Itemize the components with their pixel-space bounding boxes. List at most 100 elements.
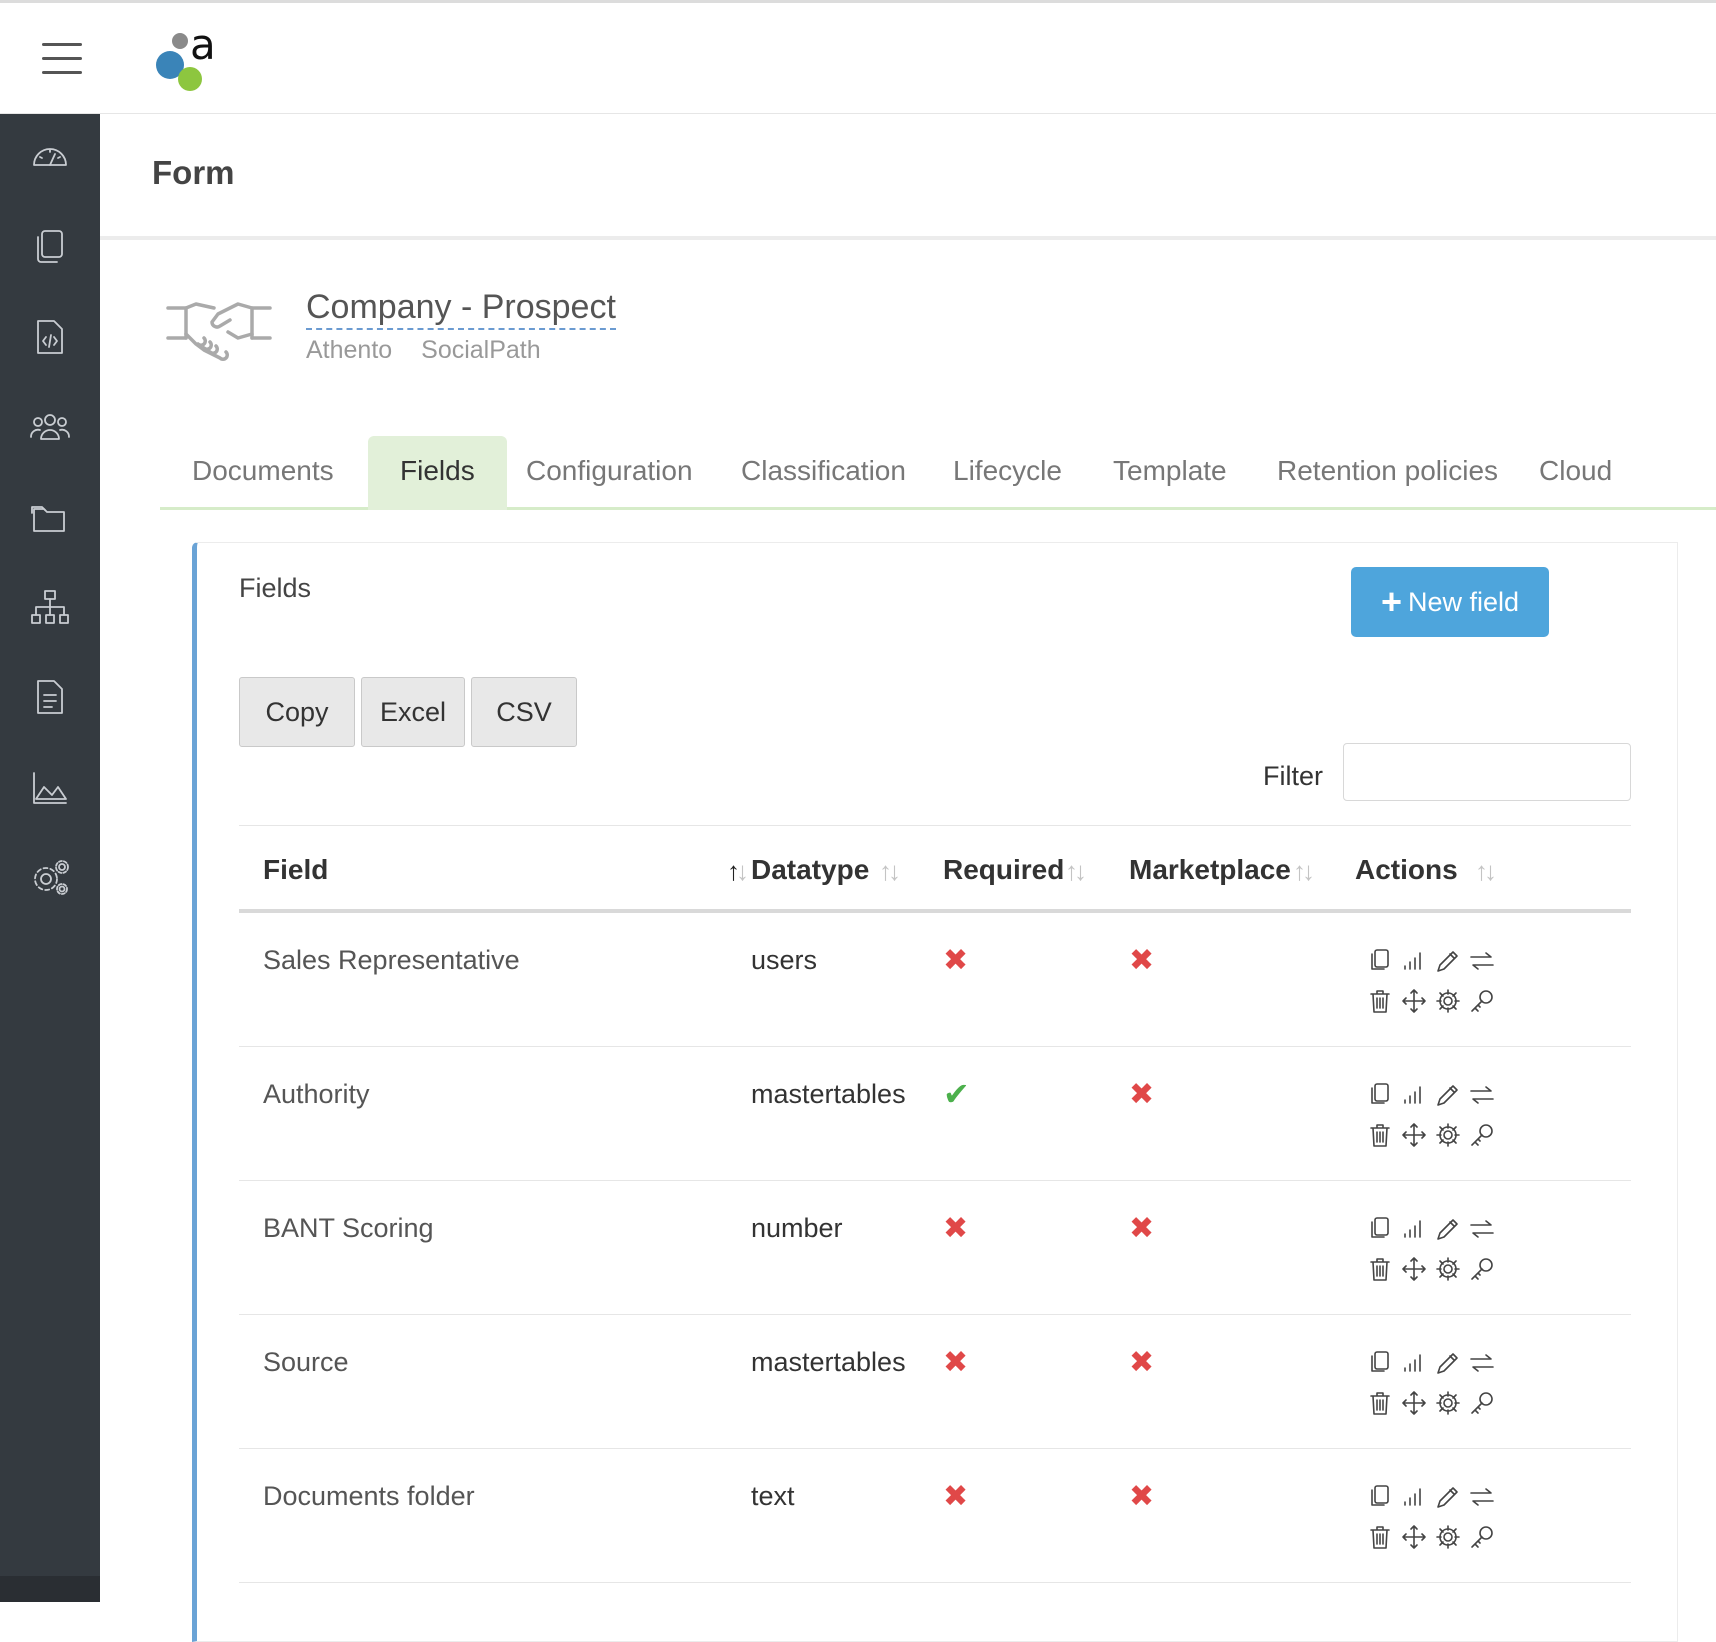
trash-icon[interactable] [1363,1386,1397,1420]
excel-button[interactable]: Excel [361,677,465,747]
swap-icon[interactable] [1465,1078,1499,1112]
top-bar: a [0,0,1716,114]
trash-icon[interactable] [1363,1118,1397,1152]
copy-icon[interactable] [1363,944,1397,978]
key-icon[interactable] [1465,1252,1499,1286]
folder-icon[interactable] [25,492,75,542]
cross-icon: ✖ [943,1212,969,1245]
doctype-tag: Athento [306,336,393,364]
tab-classification[interactable]: Classification [709,436,938,510]
signal-icon[interactable] [1397,1212,1431,1246]
field-name-cell: Source [263,1347,349,1377]
tab-bar: Documents Fields Configuration Classific… [160,422,1716,510]
move-icon[interactable] [1397,984,1431,1018]
new-field-button[interactable]: + New field [1351,567,1549,637]
table-row: Authority mastertables ✔ ✖ [239,1047,1631,1181]
file-code-icon[interactable] [25,312,75,362]
csv-button[interactable]: CSV [471,677,577,747]
sort-icon[interactable]: ↑↓ [1293,856,1315,887]
sort-icon[interactable]: ↑↓ [879,856,901,887]
tab-template[interactable]: Template [1081,436,1259,510]
sidebar [0,114,100,1602]
copy-icon[interactable] [25,222,75,272]
handshake-icon [166,302,272,361]
cross-icon: ✖ [1129,1346,1155,1379]
key-icon[interactable] [1465,1520,1499,1554]
datatype-cell: mastertables [751,1079,906,1109]
fields-table: Field ↑↓ Datatype ↑↓ Required ↑↓ Marketp… [239,825,1631,1583]
cross-icon: ✖ [1129,1212,1155,1245]
swap-icon[interactable] [1465,1212,1499,1246]
field-name-cell: Authority [263,1079,370,1109]
gear-icon[interactable] [1431,1252,1465,1286]
trash-icon[interactable] [1363,1520,1397,1554]
key-icon[interactable] [1465,1118,1499,1152]
signal-icon[interactable] [1397,944,1431,978]
tab-lifecycle[interactable]: Lifecycle [921,436,1094,510]
move-icon[interactable] [1397,1252,1431,1286]
file-text-icon[interactable] [25,672,75,722]
sitemap-icon[interactable] [25,582,75,632]
copy-icon[interactable] [1363,1078,1397,1112]
sort-asc-icon[interactable]: ↑↓ [727,856,749,887]
trash-icon[interactable] [1363,1252,1397,1286]
people-icon[interactable] [25,402,75,452]
pencil-icon[interactable] [1431,1480,1465,1514]
gears-icon[interactable] [25,852,75,902]
tab-retention-policies[interactable]: Retention policies [1245,436,1530,510]
signal-icon[interactable] [1397,1346,1431,1380]
tab-cloud[interactable]: Cloud [1507,436,1644,510]
sort-icon[interactable]: ↑↓ [1065,856,1087,887]
move-icon[interactable] [1397,1386,1431,1420]
copy-icon[interactable] [1363,1480,1397,1514]
column-header-datatype[interactable]: Datatype [751,854,869,886]
tab-documents[interactable]: Documents [160,436,366,510]
copy-button[interactable]: Copy [239,677,355,747]
action-line [1363,1477,1513,1517]
move-icon[interactable] [1397,1520,1431,1554]
field-name-cell: Sales Representative [263,945,520,975]
column-header-marketplace[interactable]: Marketplace [1129,854,1291,886]
table-row: Source mastertables ✖ ✖ [239,1315,1631,1449]
trash-icon[interactable] [1363,984,1397,1018]
column-header-field[interactable]: Field [263,854,328,886]
tab-fields[interactable]: Fields [368,436,507,510]
pencil-icon[interactable] [1431,944,1465,978]
check-icon: ✔ [943,1076,970,1112]
key-icon[interactable] [1465,984,1499,1018]
action-line [1363,981,1513,1021]
hamburger-icon[interactable] [42,43,86,77]
move-icon[interactable] [1397,1118,1431,1152]
gear-icon[interactable] [1431,984,1465,1018]
doctype-title[interactable]: Company - Prospect [306,288,616,330]
signal-icon[interactable] [1397,1078,1431,1112]
athento-logo[interactable]: a [150,25,230,99]
swap-icon[interactable] [1465,1346,1499,1380]
swap-icon[interactable] [1465,944,1499,978]
copy-icon[interactable] [1363,1212,1397,1246]
gear-icon[interactable] [1431,1118,1465,1152]
swap-icon[interactable] [1465,1480,1499,1514]
speedometer-icon[interactable] [25,132,75,182]
pencil-icon[interactable] [1431,1078,1465,1112]
pencil-icon[interactable] [1431,1212,1465,1246]
column-header-actions[interactable]: Actions [1355,854,1458,886]
gear-icon[interactable] [1431,1386,1465,1420]
signal-icon[interactable] [1397,1480,1431,1514]
pencil-icon[interactable] [1431,1346,1465,1380]
column-header-required[interactable]: Required [943,854,1064,886]
filter-input[interactable] [1343,743,1631,801]
cross-icon: ✖ [943,1480,969,1513]
copy-icon[interactable] [1363,1346,1397,1380]
gear-icon[interactable] [1431,1520,1465,1554]
table-body: Sales Representative users ✖ ✖ Authority mast… [239,913,1631,1583]
action-line [1363,1343,1513,1383]
area-chart-icon[interactable] [25,762,75,812]
page-title: Form [152,154,235,191]
tab-configuration[interactable]: Configuration [494,436,725,510]
row-actions [1363,1075,1513,1155]
row-actions [1363,941,1513,1021]
key-icon[interactable] [1465,1386,1499,1420]
sort-icon[interactable]: ↑↓ [1475,856,1497,887]
doctype-tag: SocialPath [421,336,541,364]
